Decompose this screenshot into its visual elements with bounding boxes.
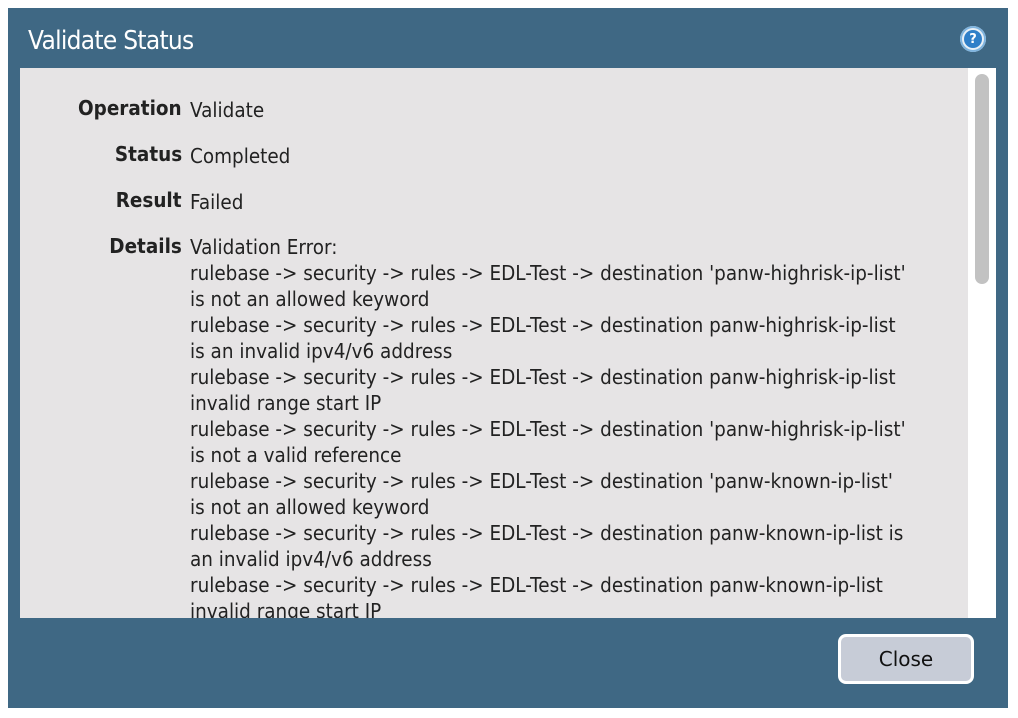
details-line: rulebase -> security -> rules -> EDL-Tes… [190,469,893,493]
status-content-panel[interactable]: Operation Validate Status Completed Resu… [20,68,996,618]
details-line: rulebase -> security -> rules -> EDL-Tes… [190,261,906,285]
details-text: Validation Error: rulebase -> security -… [190,234,970,618]
scrollbar-thumb[interactable] [975,74,989,284]
dialog-title: Validate Status [28,26,194,56]
help-icon-glyph: ? [964,30,982,48]
vertical-scrollbar[interactable] [968,68,996,618]
close-button[interactable]: Close [838,634,974,684]
help-icon[interactable]: ? [960,26,986,52]
status-value: Completed [190,144,291,168]
details-line: is not an allowed keyword [190,495,430,519]
details-line: rulebase -> security -> rules -> EDL-Tes… [190,573,883,597]
details-line: is an invalid ipv4/v6 address [190,339,453,363]
details-line: rulebase -> security -> rules -> EDL-Tes… [190,365,896,389]
details-line: is not a valid reference [190,443,402,467]
details-line: rulebase -> security -> rules -> EDL-Tes… [190,417,906,441]
details-line: invalid range start IP [190,391,382,415]
result-value: Failed [190,190,244,214]
validate-status-dialog: Validate Status ? Operation Validate Sta… [8,8,1008,708]
details-line: rulebase -> security -> rules -> EDL-Tes… [190,521,904,545]
details-line: Validation Error: [190,235,338,259]
details-line: an invalid ipv4/v6 address [190,547,432,571]
operation-value: Validate [190,98,265,122]
details-line: rulebase -> security -> rules -> EDL-Tes… [190,313,896,337]
status-label: Status [114,142,182,166]
details-line: invalid range start IP [190,599,382,618]
result-label: Result [116,188,182,212]
operation-label: Operation [78,96,182,120]
details-label: Details [109,234,182,258]
details-line: is not an allowed keyword [190,287,430,311]
